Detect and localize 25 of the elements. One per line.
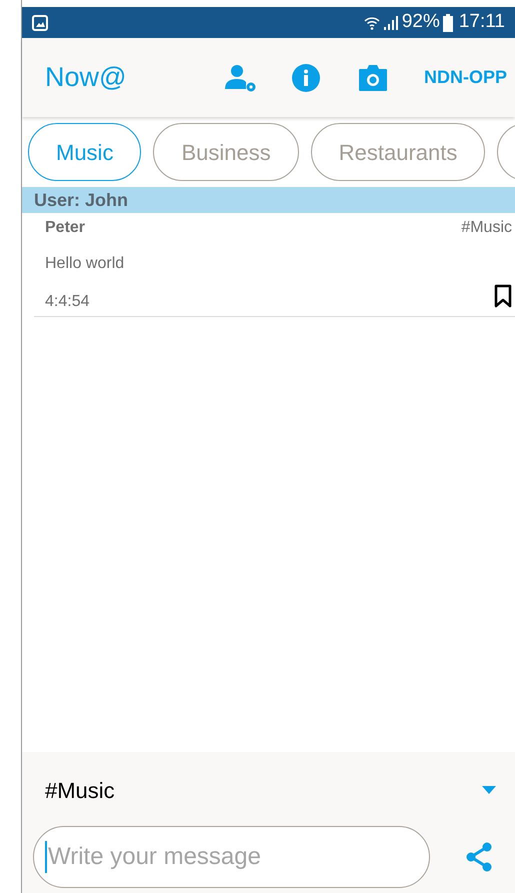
signal-icon <box>382 14 399 30</box>
user-settings-icon[interactable] <box>224 62 258 92</box>
user-label: User: John <box>34 188 128 212</box>
share-icon[interactable] <box>465 842 493 872</box>
wifi-icon <box>364 14 380 30</box>
category-chip[interactable]: Business <box>153 123 299 181</box>
battery-icon <box>442 14 453 32</box>
camera-icon[interactable] <box>358 64 388 92</box>
text-cursor <box>45 841 47 873</box>
app-title: Now@ <box>45 61 126 94</box>
dropdown-caret-icon[interactable] <box>482 786 496 794</box>
battery-percent: 92% <box>402 10 440 34</box>
message-input[interactable]: Write your message <box>33 826 430 888</box>
clock: 17:11 <box>458 10 505 34</box>
bookmark-icon[interactable] <box>494 284 512 308</box>
topic-dropdown[interactable]: #Music <box>45 774 115 806</box>
message-text: Hello world <box>45 254 126 274</box>
message-time: 4:4:54 <box>45 292 90 312</box>
message-tag: #Music <box>461 216 512 240</box>
message-sender: Peter <box>45 218 86 238</box>
image-icon <box>32 14 48 30</box>
ndn-opp-button[interactable]: NDN-OPP <box>424 64 507 91</box>
category-chip[interactable]: Music <box>28 123 142 181</box>
info-icon[interactable] <box>290 62 321 92</box>
category-chip[interactable]: Restaurants <box>310 123 486 181</box>
